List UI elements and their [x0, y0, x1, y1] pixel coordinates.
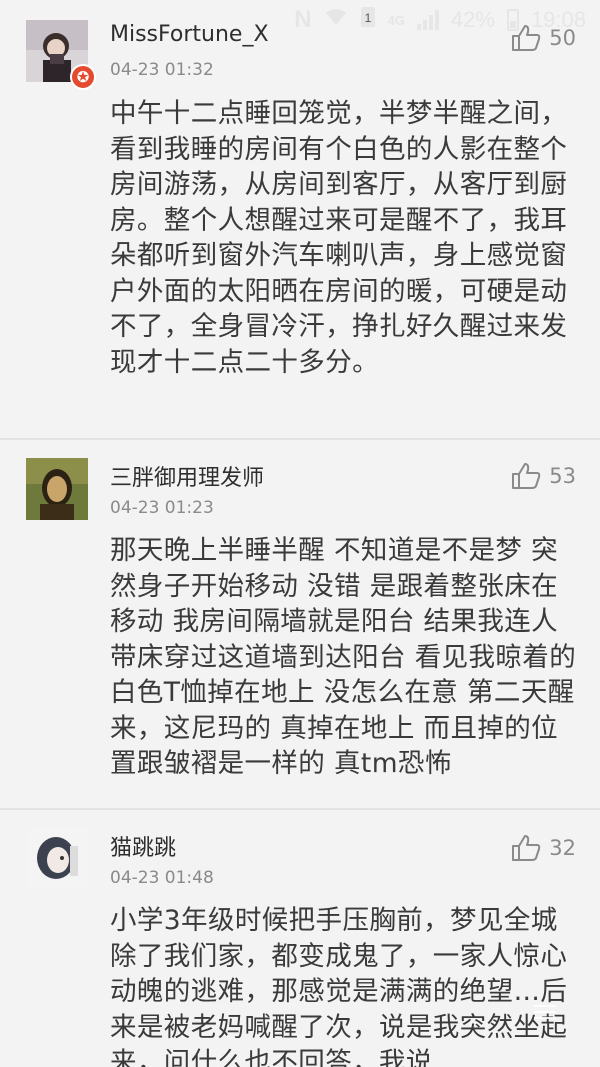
thumbs-up-icon — [512, 835, 541, 861]
like-button[interactable]: 32 — [511, 834, 576, 862]
timestamp: 04-23 01:48 — [110, 868, 214, 888]
timestamp: 04-23 01:23 — [110, 498, 214, 518]
username[interactable]: 三胖御用理发师 — [110, 460, 264, 492]
thumbs-up-icon — [512, 25, 541, 51]
timestamp: 04-23 01:32 — [110, 60, 214, 80]
menu-handle-icon[interactable] — [534, 1005, 556, 1021]
thumbs-up-icon — [512, 463, 541, 489]
comment-item: 猫跳跳 04-23 01:48 32 小学3年级时候把手压胸前，梦见全城除了我们… — [0, 810, 600, 1067]
username[interactable]: MissFortune_X — [110, 22, 269, 47]
like-count: 50 — [549, 26, 576, 50]
comment-text: 中午十二点睡回笼觉，半梦半醒之间，看到我睡的房间有个白色的人影在整个房间游荡，从… — [110, 98, 568, 378]
comment-text: 那天晚上半睡半醒 不知道是不是梦 突然身子开始移动 没错 是跟着整张床在移动 我… — [110, 535, 577, 779]
like-button[interactable]: 50 — [511, 24, 576, 52]
like-count: 32 — [549, 836, 576, 860]
avatar[interactable] — [26, 458, 88, 520]
avatar[interactable] — [26, 828, 88, 890]
like-count: 53 — [549, 464, 576, 488]
like-button[interactable]: 53 — [511, 462, 576, 490]
comment-item: ✪ MissFortune_X 04-23 01:32 50 中午十二点睡回笼觉… — [0, 0, 600, 440]
comment-text: 小学3年级时候把手压胸前，梦见全城除了我们家，都变成鬼了，一家人惊心动魄的逃难，… — [110, 905, 568, 1067]
vip-badge-icon: ✪ — [70, 64, 96, 90]
username[interactable]: 猫跳跳 — [110, 830, 176, 862]
comment-item: 三胖御用理发师 04-23 01:23 53 那天晚上半睡半醒 不知道是不是梦 … — [0, 440, 600, 810]
